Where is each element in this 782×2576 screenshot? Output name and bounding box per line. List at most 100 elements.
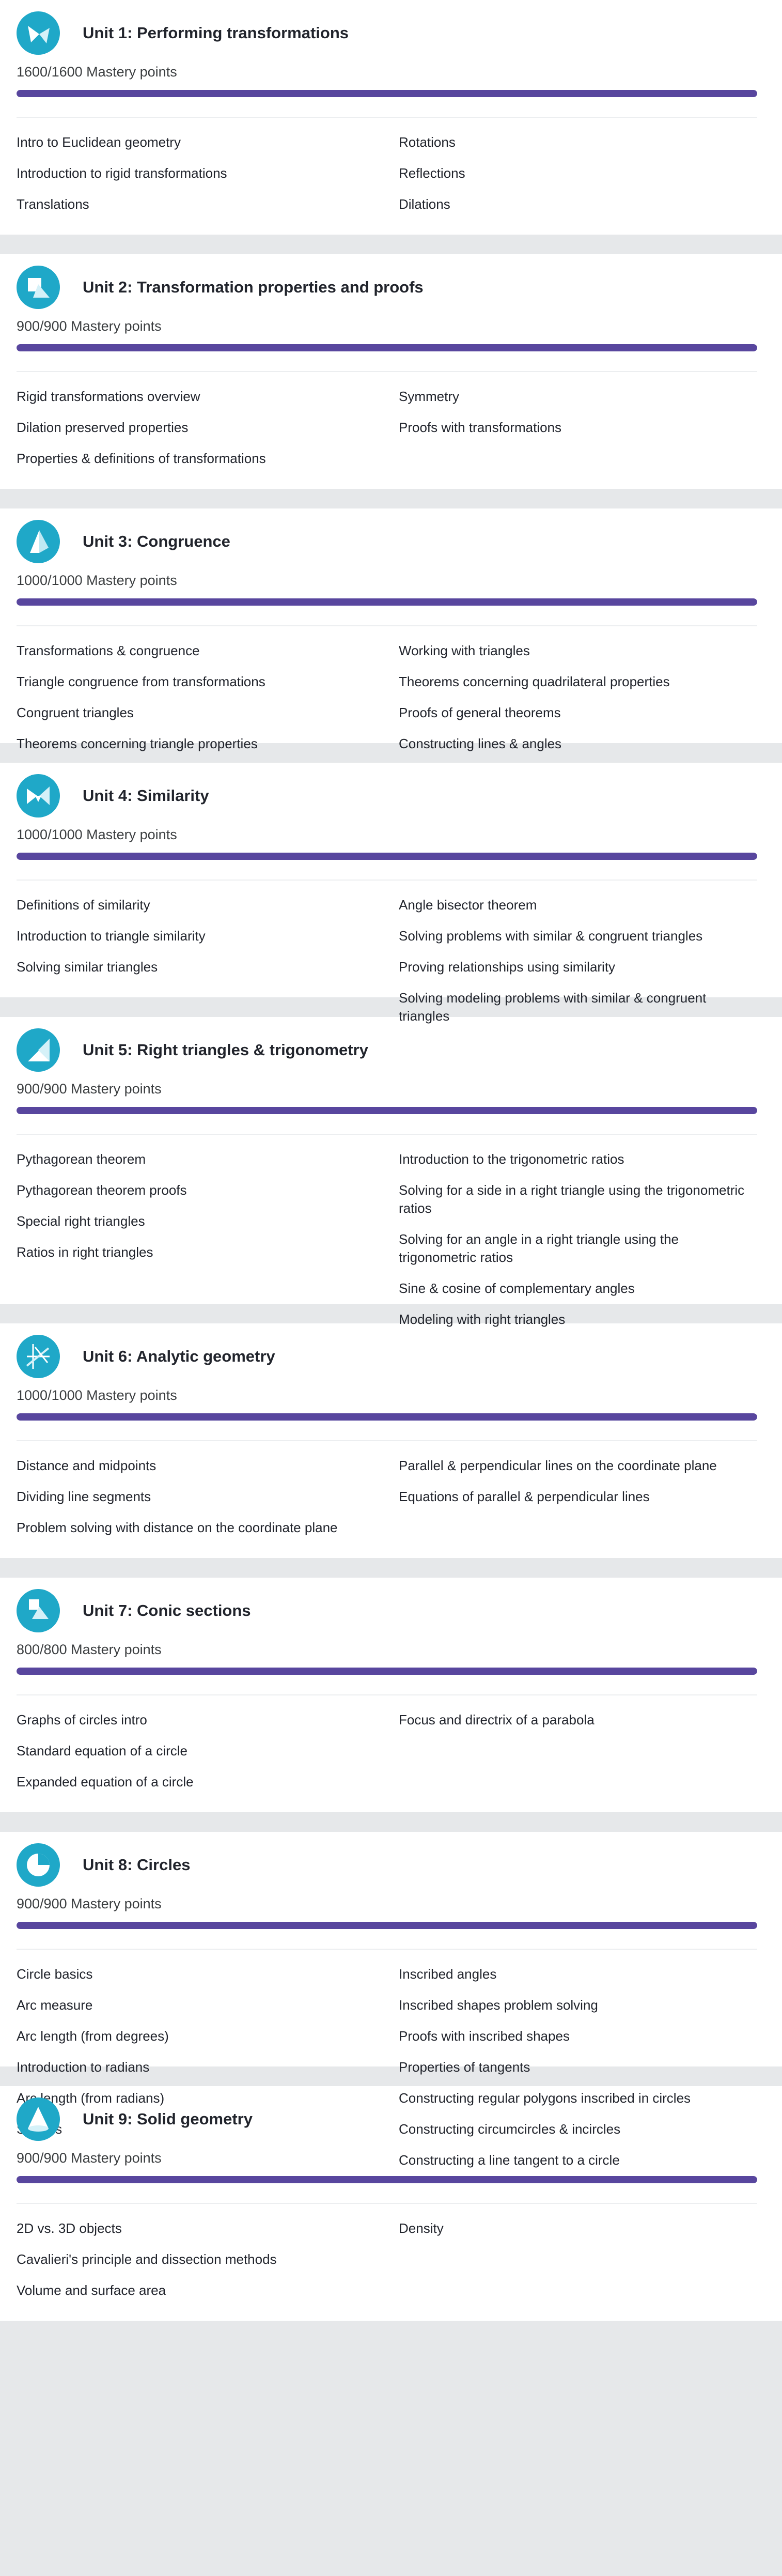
mastery-points: 900/900 Mastery points: [17, 1896, 162, 1911]
lesson-link-properties-of-tangents[interactable]: Properties of tangents: [399, 2054, 757, 2085]
lesson-link-reflections[interactable]: Reflections: [399, 160, 757, 191]
lesson-link-expanded-equation-of-a-circle[interactable]: Expanded equation of a circle: [17, 1769, 399, 1800]
unit-title[interactable]: Unit 8: Circles: [83, 1856, 190, 1874]
lesson-column-right: Working with triangles Theorems concernin…: [399, 638, 757, 762]
lesson-link-proofs-of-general-theorems[interactable]: Proofs of general theorems: [399, 700, 757, 731]
lesson-link-triangle-congruence-from-transformations[interactable]: Triangle congruence from transformations: [17, 669, 399, 700]
mastery-progress-bar: [17, 344, 757, 351]
mastery-progress-bar: [17, 853, 757, 860]
lesson-link-rigid-transformations-overview[interactable]: Rigid transformations overview: [17, 383, 399, 414]
conic-sections-icon: [17, 1589, 60, 1632]
unit-title[interactable]: Unit 6: Analytic geometry: [83, 1347, 275, 1366]
unit-card-2: Unit 2: Transformation properties and pr…: [0, 254, 782, 489]
lesson-link-modeling-with-right-triangles[interactable]: Modeling with right triangles: [399, 1306, 757, 1337]
lesson-link-proving-relationships-using-similarity[interactable]: Proving relationships using similarity: [399, 954, 757, 985]
lesson-link-dilation-preserved-properties[interactable]: Dilation preserved properties: [17, 414, 399, 445]
lesson-link-theorems-concerning-triangle-properties[interactable]: Theorems concerning triangle properties: [17, 731, 399, 762]
lesson-link-congruent-triangles[interactable]: Congruent triangles: [17, 700, 399, 731]
lesson-link-proofs-with-transformations[interactable]: Proofs with transformations: [399, 414, 757, 445]
lesson-link-translations[interactable]: Translations: [17, 191, 399, 222]
lesson-link-dividing-line-segments[interactable]: Dividing line segments: [17, 1484, 399, 1515]
lesson-link-pythagorean-theorem[interactable]: Pythagorean theorem: [17, 1146, 399, 1177]
lesson-link-constructing-circumcircles-incircles[interactable]: Constructing circumcircles & incircles: [399, 2116, 757, 2147]
unit-card-1: Unit 1: Performing transformations 1600/1…: [0, 0, 782, 235]
lesson-link-solving-for-a-side-in-a-right-triangle-using-the-trigonometric-ratios[interactable]: Solving for a side in a right triangle u…: [399, 1177, 757, 1226]
lesson-link-graphs-of-circles-intro[interactable]: Graphs of circles intro: [17, 1707, 399, 1738]
lesson-link-rotations[interactable]: Rotations: [399, 129, 757, 160]
mastery-progress-fill: [17, 1922, 757, 1929]
lesson-link-working-with-triangles[interactable]: Working with triangles: [399, 638, 757, 669]
lesson-link-sine-cosine-of-complementary-angles[interactable]: Sine & cosine of complementary angles: [399, 1275, 757, 1306]
divider: [17, 2203, 757, 2204]
mastery-progress-bar: [17, 90, 757, 97]
lesson-link-ratios-in-right-triangles[interactable]: Ratios in right triangles: [17, 1239, 399, 1270]
lesson-link-focus-and-directrix-of-a-parabola[interactable]: Focus and directrix of a parabola: [399, 1707, 757, 1738]
lesson-link-inscribed-shapes-problem-solving[interactable]: Inscribed shapes problem solving: [399, 1992, 757, 2023]
mastery-progress-bar: [17, 1668, 757, 1675]
lesson-link-equations-of-parallel-perpendicular-lines[interactable]: Equations of parallel & perpendicular li…: [399, 1484, 757, 1515]
unit-title[interactable]: Unit 1: Performing transformations: [83, 24, 349, 42]
lesson-list: Definitions of similarity Introduction to…: [17, 892, 757, 1034]
lesson-column-right: Density: [399, 2215, 757, 2308]
lesson-link-density[interactable]: Density: [399, 2215, 757, 2246]
divider: [17, 371, 757, 372]
divider: [17, 117, 757, 118]
unit-title[interactable]: Unit 2: Transformation properties and pr…: [83, 278, 424, 297]
mastery-progress-fill: [17, 598, 757, 606]
congruence-icon: [17, 520, 60, 563]
mastery-points: 800/800 Mastery points: [17, 1642, 162, 1657]
lesson-column-left: Pythagorean theorem Pythagorean theorem p…: [17, 1146, 399, 1337]
mastery-progress-fill: [17, 1413, 757, 1421]
lesson-link-intro-to-euclidean-geometry[interactable]: Intro to Euclidean geometry: [17, 129, 399, 160]
unit-header: Unit 3: Congruence: [17, 520, 757, 563]
lesson-link-proofs-with-inscribed-shapes[interactable]: Proofs with inscribed shapes: [399, 2023, 757, 2054]
lesson-link-special-right-triangles[interactable]: Special right triangles: [17, 1208, 399, 1239]
unit-card-5: Unit 5: Right triangles & trigonometry 90…: [0, 1017, 782, 1327]
lesson-link-standard-equation-of-a-circle[interactable]: Standard equation of a circle: [17, 1738, 399, 1769]
lesson-link-arc-measure[interactable]: Arc measure: [17, 1992, 399, 2023]
unit-header: Unit 5: Right triangles & trigonometry: [17, 1028, 757, 1072]
lesson-link-transformations-congruence[interactable]: Transformations & congruence: [17, 638, 399, 669]
lesson-link-2d-vs-3d-objects[interactable]: 2D vs. 3D objects: [17, 2215, 399, 2246]
lesson-link-parallel-perpendicular-lines-on-the-coordinate-plane[interactable]: Parallel & perpendicular lines on the co…: [399, 1453, 757, 1484]
unit-title[interactable]: Unit 5: Right triangles & trigonometry: [83, 1041, 368, 1059]
lesson-link-theorems-concerning-quadrilateral-properties[interactable]: Theorems concerning quadrilateral proper…: [399, 669, 757, 700]
lesson-link-symmetry[interactable]: Symmetry: [399, 383, 757, 414]
lesson-link-cavalieri-s-principle-and-dissection-methods[interactable]: Cavalieri's principle and dissection met…: [17, 2246, 399, 2277]
unit-card-4: Unit 4: Similarity 1000/1000 Mastery poin…: [0, 763, 782, 1024]
lesson-link-pythagorean-theorem-proofs[interactable]: Pythagorean theorem proofs: [17, 1177, 399, 1208]
lesson-link-definitions-of-similarity[interactable]: Definitions of similarity: [17, 892, 399, 923]
lesson-link-arc-length-from-degrees[interactable]: Arc length (from degrees): [17, 2023, 399, 2054]
lesson-link-dilations[interactable]: Dilations: [399, 191, 757, 222]
mastery-progress-fill: [17, 1107, 757, 1114]
lesson-link-properties-definitions-of-transformations[interactable]: Properties & definitions of transformati…: [17, 445, 399, 476]
lesson-link-distance-and-midpoints[interactable]: Distance and midpoints: [17, 1453, 399, 1484]
lesson-link-constructing-a-line-tangent-to-a-circle[interactable]: Constructing a line tangent to a circle: [399, 2147, 757, 2178]
lesson-link-circle-basics[interactable]: Circle basics: [17, 1961, 399, 1992]
mastery-points: 1000/1000 Mastery points: [17, 573, 177, 588]
lesson-link-introduction-to-triangle-similarity[interactable]: Introduction to triangle similarity: [17, 923, 399, 954]
lesson-column-left: Rigid transformations overview Dilation p…: [17, 383, 399, 476]
unit-title[interactable]: Unit 4: Similarity: [83, 786, 209, 805]
unit-title[interactable]: Unit 9: Solid geometry: [83, 2110, 253, 2128]
lesson-link-volume-and-surface-area[interactable]: Volume and surface area: [17, 2277, 399, 2308]
lesson-link-solving-for-an-angle-in-a-right-triangle-using-the-trigonometric-ratios[interactable]: Solving for an angle in a right triangle…: [399, 1226, 757, 1275]
lesson-link-solving-problems-with-similar-congruent-triangles[interactable]: Solving problems with similar & congruen…: [399, 923, 757, 954]
transformations-icon: [17, 11, 60, 55]
lesson-list: Pythagorean theorem Pythagorean theorem p…: [17, 1146, 757, 1337]
lesson-link-constructing-regular-polygons-inscribed-in-circles[interactable]: Constructing regular polygons inscribed …: [399, 2085, 757, 2116]
unit-header: Unit 2: Transformation properties and pr…: [17, 266, 757, 309]
lesson-link-inscribed-angles[interactable]: Inscribed angles: [399, 1961, 757, 1992]
lesson-link-problem-solving-with-distance-on-the-coordinate-plane[interactable]: Problem solving with distance on the coo…: [17, 1515, 399, 1546]
lesson-link-introduction-to-rigid-transformations[interactable]: Introduction to rigid transformations: [17, 160, 399, 191]
lesson-link-angle-bisector-theorem[interactable]: Angle bisector theorem: [399, 892, 757, 923]
lesson-link-solving-similar-triangles[interactable]: Solving similar triangles: [17, 954, 399, 985]
lesson-link-introduction-to-the-trigonometric-ratios[interactable]: Introduction to the trigonometric ratios: [399, 1146, 757, 1177]
unit-title[interactable]: Unit 3: Congruence: [83, 532, 230, 551]
lesson-link-introduction-to-radians[interactable]: Introduction to radians: [17, 2054, 399, 2085]
unit-card-6: Unit 6: Analytic geometry 1000/1000 Maste…: [0, 1323, 782, 1558]
unit-title[interactable]: Unit 7: Conic sections: [83, 1601, 251, 1620]
unit-header: Unit 6: Analytic geometry: [17, 1335, 757, 1378]
lesson-link-constructing-lines-angles[interactable]: Constructing lines & angles: [399, 731, 757, 762]
lesson-link-solving-modeling-problems-with-similar-congruent-triangles[interactable]: Solving modeling problems with similar &…: [399, 985, 757, 1034]
